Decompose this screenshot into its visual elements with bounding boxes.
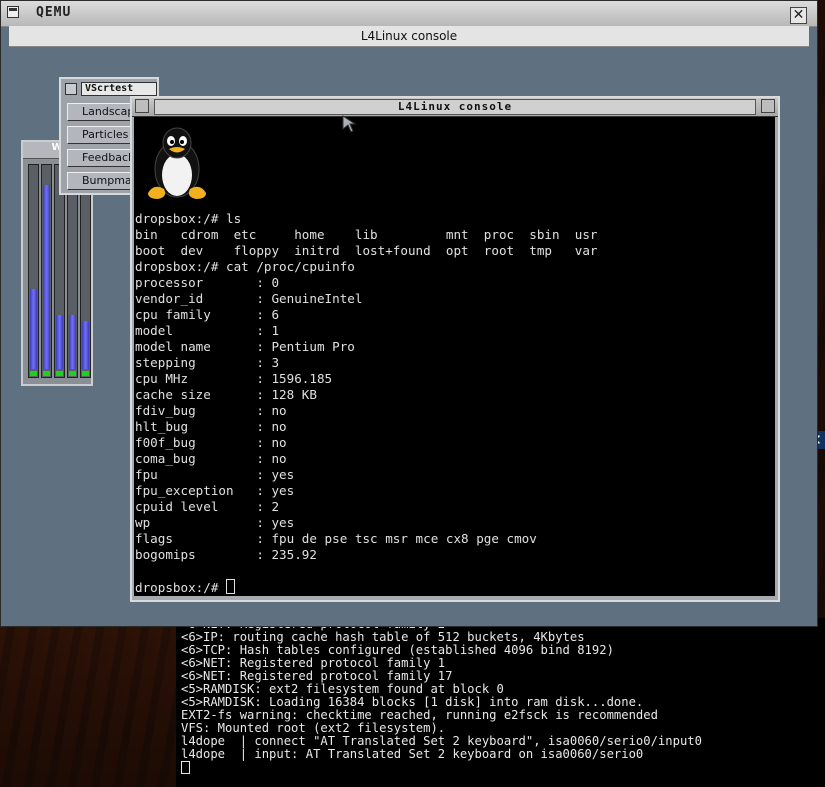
console-line: cpu MHz : 1596.185 [135,371,333,386]
console-line: f00f_bug : no [135,435,287,450]
vu-meter-fill [69,315,76,369]
console-titlebar[interactable]: L4Linux console [132,98,778,117]
vu-meter-led [43,371,50,376]
background-console-line: EXT2-fs warning: checktime reached, runn… [181,708,658,722]
console-line: coma_bug : no [135,451,287,466]
console-line: model : 1 [135,323,280,338]
mouse-pointer-icon [342,115,357,133]
background-console-line: VFS: Mounted root (ext2 filesystem). [181,721,446,735]
console-screen[interactable]: dropsbox:/# ls bin cdrom etc home lib mn… [134,117,775,596]
vu-meter-led [56,371,63,376]
vu-meter-fill [43,185,50,369]
background-console-line: <5>RAMDISK: Loading 16384 blocks [1 disk… [181,695,644,709]
background-console-text: <6>NET: Registered protocol family 2 <6>… [176,618,825,776]
vu-meter-fill [30,289,37,369]
vu-meter-bar [28,164,39,378]
qemu-titlebar[interactable]: QEMU ✕ [1,1,817,27]
console-line: dropsbox:/# [135,580,226,595]
console-line: bin cdrom etc home lib mnt proc sbin usr [135,227,598,242]
vu-meter-bar [41,164,52,378]
console-line: wp : yes [135,515,295,530]
background-console-line: <6>NET: Registered protocol family 1 [181,656,446,670]
console-line: bogomips : 235.92 [135,547,317,562]
console-title: L4Linux console [154,99,756,115]
background-console-line: <6>IP: routing cache hash table of 512 b… [181,630,585,644]
console-line: boot dev floppy initrd lost+found opt ro… [135,243,598,258]
console-line: fpu : yes [135,467,295,482]
background-console-line: <6>TCP: Hash tables configured (establis… [181,643,614,657]
window-menu-icon[interactable] [7,6,19,18]
vu-meter-led [69,371,76,376]
vu-meter-fill [56,315,63,369]
console-line: vendor_id : GenuineIntel [135,291,363,306]
console-line: stepping : 3 [135,355,280,370]
window-close-box[interactable] [65,83,77,95]
vu-meter-bar [54,164,65,378]
console-line: fdiv_bug : no [135,403,287,418]
background-console[interactable]: <6>NET: Registered protocol family 2 <6>… [176,618,825,787]
l4linux-header-bar: L4Linux console [9,26,809,47]
window-resize-box[interactable] [761,99,775,113]
vu-meter-fill [82,321,89,369]
tux-penguin-icon [148,127,206,199]
qemu-window: QEMU ✕ L4Linux console W VScrtest Landsc… [0,0,818,627]
console-line: dropsbox:/# cat /proc/cpuinfo [135,259,355,274]
window-close-box[interactable] [135,99,149,113]
background-console-line: l4dope | input: AT Translated Set 2 keyb… [181,747,644,761]
console-line: cache size : 128 KB [135,387,317,402]
vu-meter-bar [80,164,91,378]
console-line: cpu family : 6 [135,307,280,322]
vu-meter-bar [67,164,78,378]
background-console-line: l4dope | connect "AT Translated Set 2 ke… [181,734,702,748]
console-line: processor : 0 [135,275,280,290]
vscrtest-title: VScrtest [81,82,157,96]
console-line: model name : Pentium Pro [135,339,355,354]
console-line: dropsbox:/# ls [135,211,242,226]
console-text: dropsbox:/# ls bin cdrom etc home lib mn… [135,211,598,596]
background-console-line: <6>NET: Registered protocol family 17 [181,669,453,683]
vu-meter-led [82,371,89,376]
qemu-window-title: QEMU [36,5,72,20]
text-cursor [181,761,190,774]
qemu-close-button[interactable]: ✕ [790,7,807,24]
text-cursor [226,579,235,594]
vu-meter-led [30,371,37,376]
console-line: cpuid level : 2 [135,499,280,514]
console-line: fpu_exception : yes [135,483,295,498]
background-console-line: <5>RAMDISK: ext2 filesystem found at blo… [181,682,504,696]
console-line: flags : fpu de pse tsc msr mce cx8 pge c… [135,531,537,546]
l4linux-console-window[interactable]: L4Linux console dropsbox:/# ls bin cdrom… [130,96,780,602]
console-line: hlt_bug : no [135,419,287,434]
